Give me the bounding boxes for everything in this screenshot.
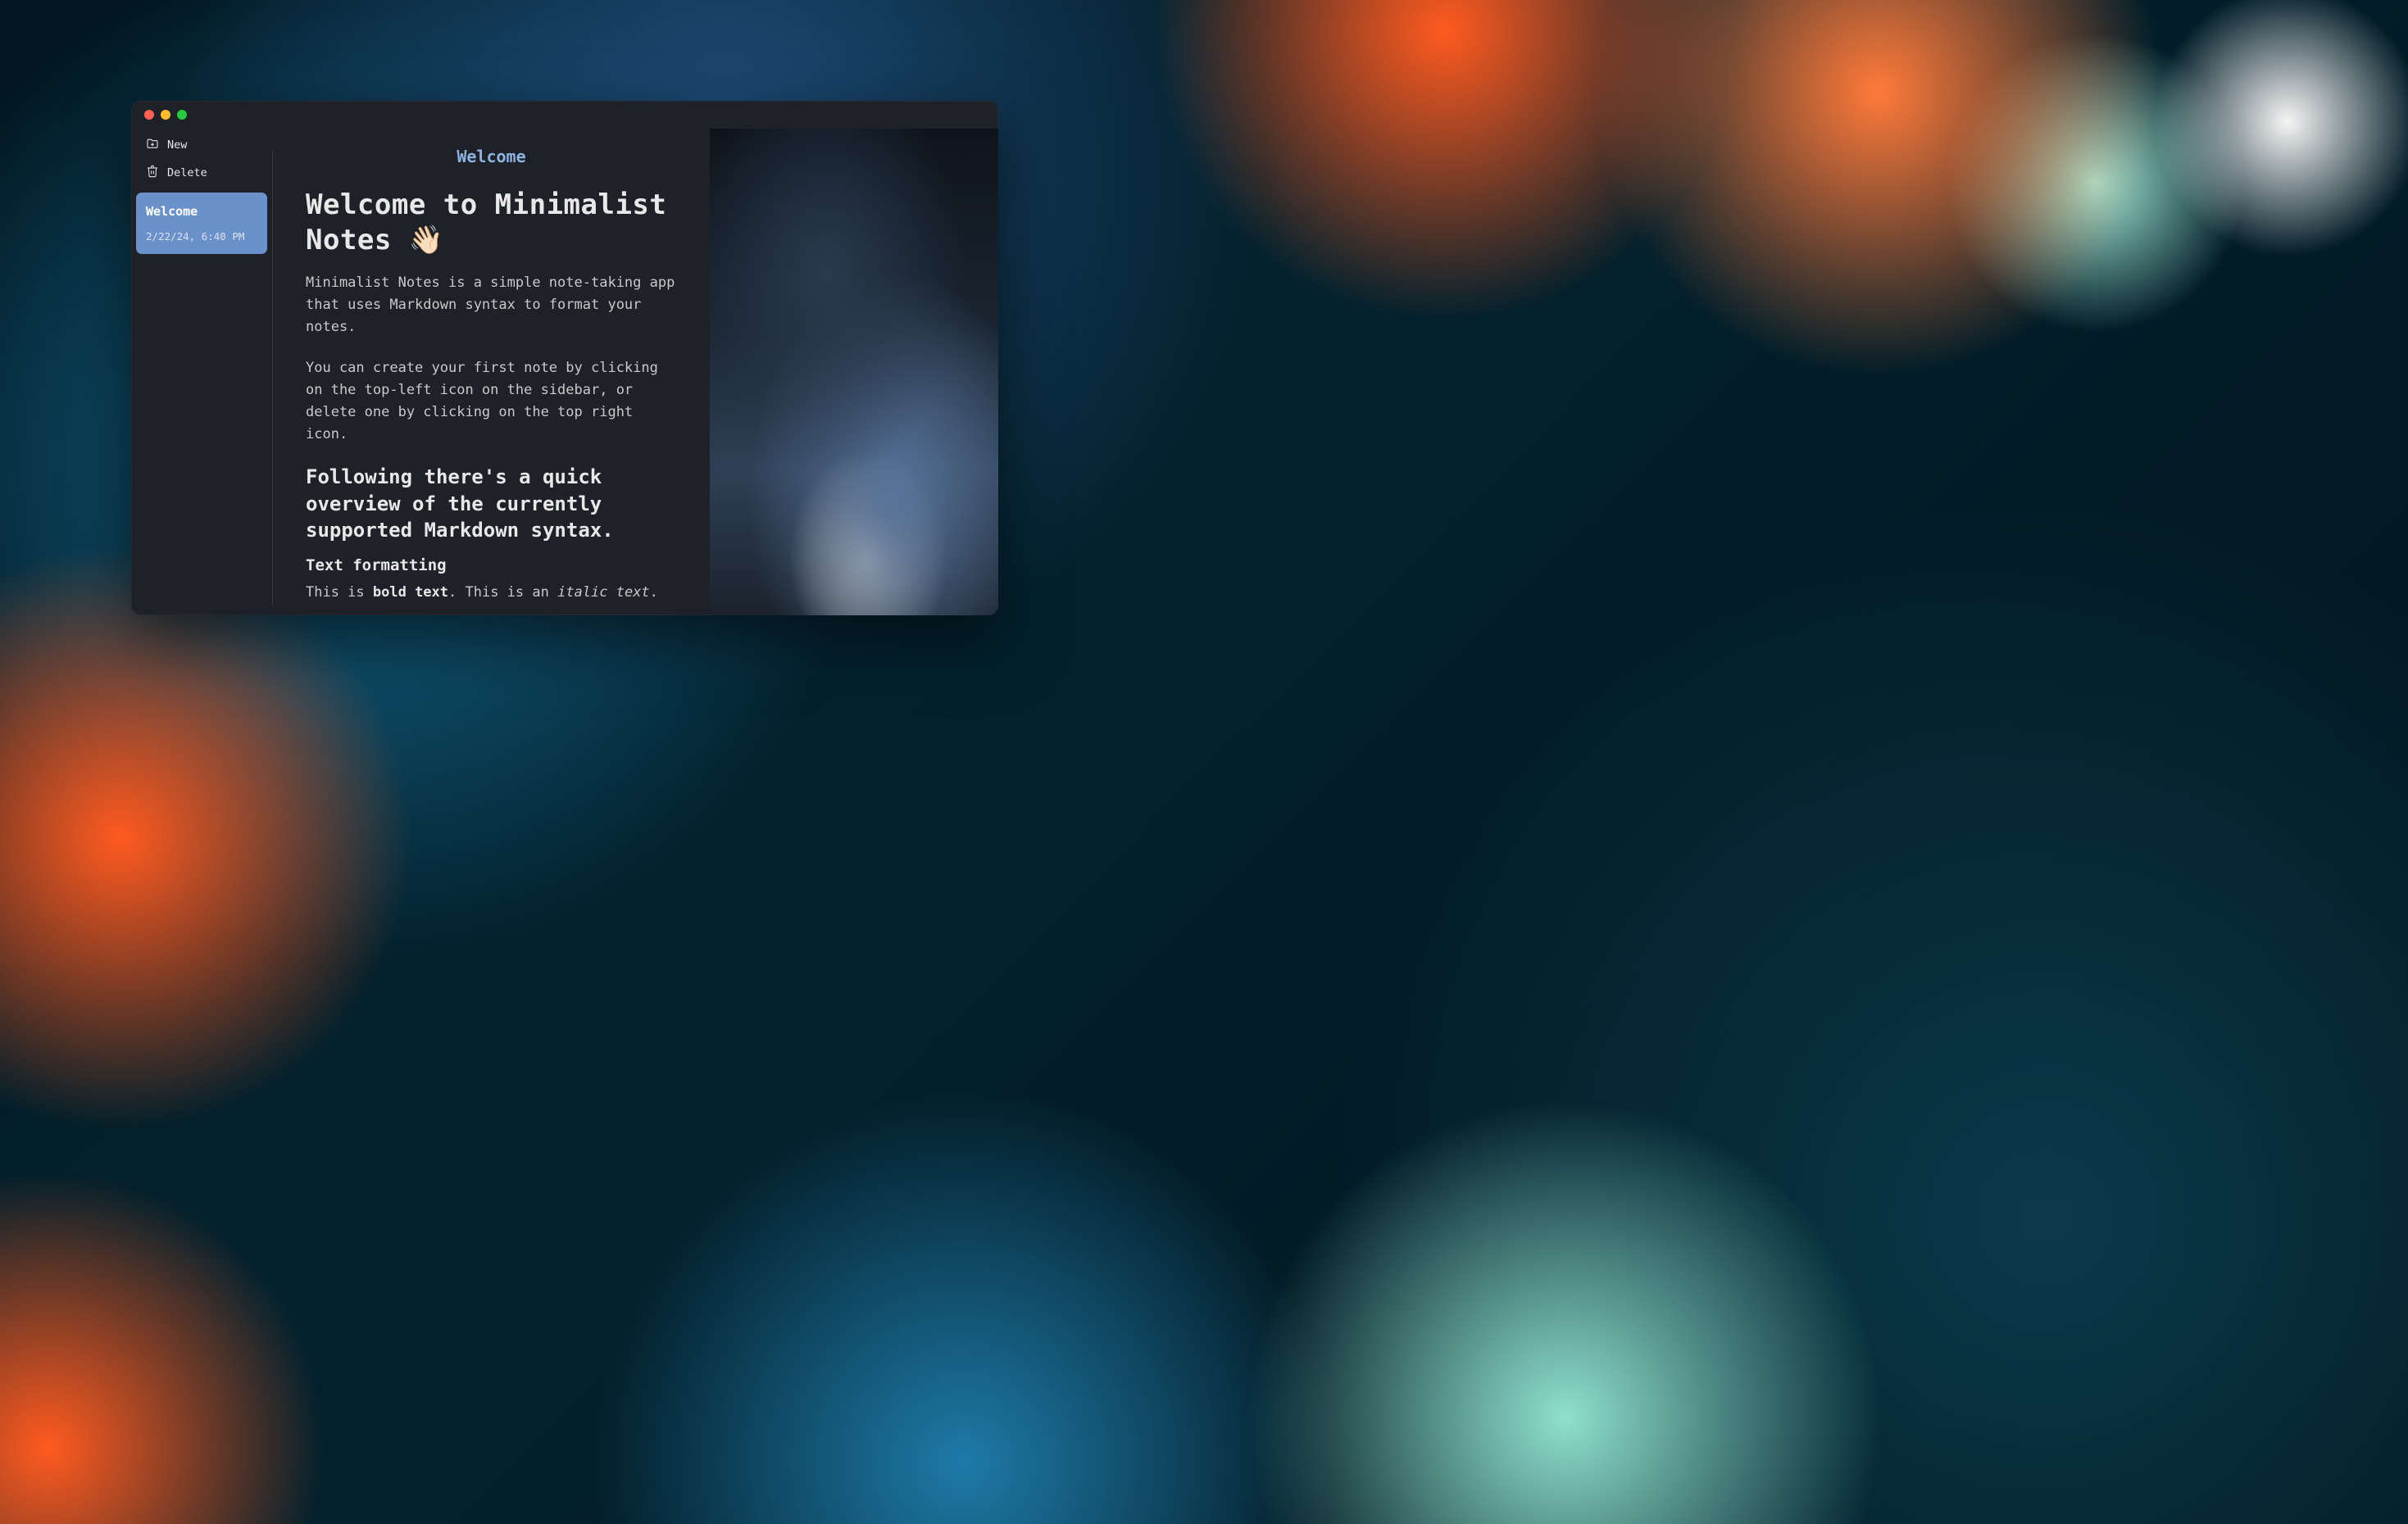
zoom-icon[interactable] <box>177 110 187 120</box>
sidebar: New Delete <box>131 129 272 615</box>
heading-2: Following there's a quick overview of th… <box>306 464 677 543</box>
document-content[interactable]: Welcome to Minimalist Notes 👋🏻 Minimalis… <box>306 188 677 601</box>
document-title: Welcome <box>306 129 677 181</box>
note-item-title: Welcome <box>146 204 257 219</box>
close-icon[interactable] <box>144 110 154 120</box>
paragraph-cutoff: This is bold text. This is an italic tex… <box>306 584 677 601</box>
trash-icon <box>146 165 159 181</box>
bold-text: bold text <box>373 584 448 601</box>
app-window: New Delete <box>131 101 998 615</box>
text: . <box>650 584 658 601</box>
delete-note-button[interactable]: Delete <box>143 161 261 184</box>
paragraph: Minimalist Notes is a simple note-taking… <box>306 272 677 339</box>
new-note-label: New <box>167 138 187 152</box>
note-list-item[interactable]: Welcome 2/22/24, 6:40 PM <box>136 193 267 254</box>
paragraph: You can create your first note by clicki… <box>306 357 677 447</box>
window-body: New Delete <box>131 129 998 615</box>
italic-text: italic text <box>557 584 650 601</box>
note-list: Welcome 2/22/24, 6:40 PM <box>131 193 272 254</box>
minimize-icon[interactable] <box>161 110 170 120</box>
text: . This is an <box>448 584 557 601</box>
sidebar-actions: New Delete <box>131 129 272 193</box>
new-note-button[interactable]: New <box>143 134 261 156</box>
heading-1: Welcome to Minimalist Notes 👋🏻 <box>306 188 677 257</box>
new-folder-icon <box>146 137 159 153</box>
text: This is <box>306 584 373 601</box>
editor-pane: Welcome Welcome to Minimalist Notes 👋🏻 M… <box>273 129 710 615</box>
note-item-date: 2/22/24, 6:40 PM <box>146 230 257 243</box>
heading-3: Text formatting <box>306 556 677 574</box>
delete-note-label: Delete <box>167 166 207 179</box>
editor-scroll[interactable]: Welcome Welcome to Minimalist Notes 👋🏻 M… <box>273 129 710 615</box>
preview-image-panel <box>710 129 998 615</box>
titlebar <box>131 101 998 129</box>
